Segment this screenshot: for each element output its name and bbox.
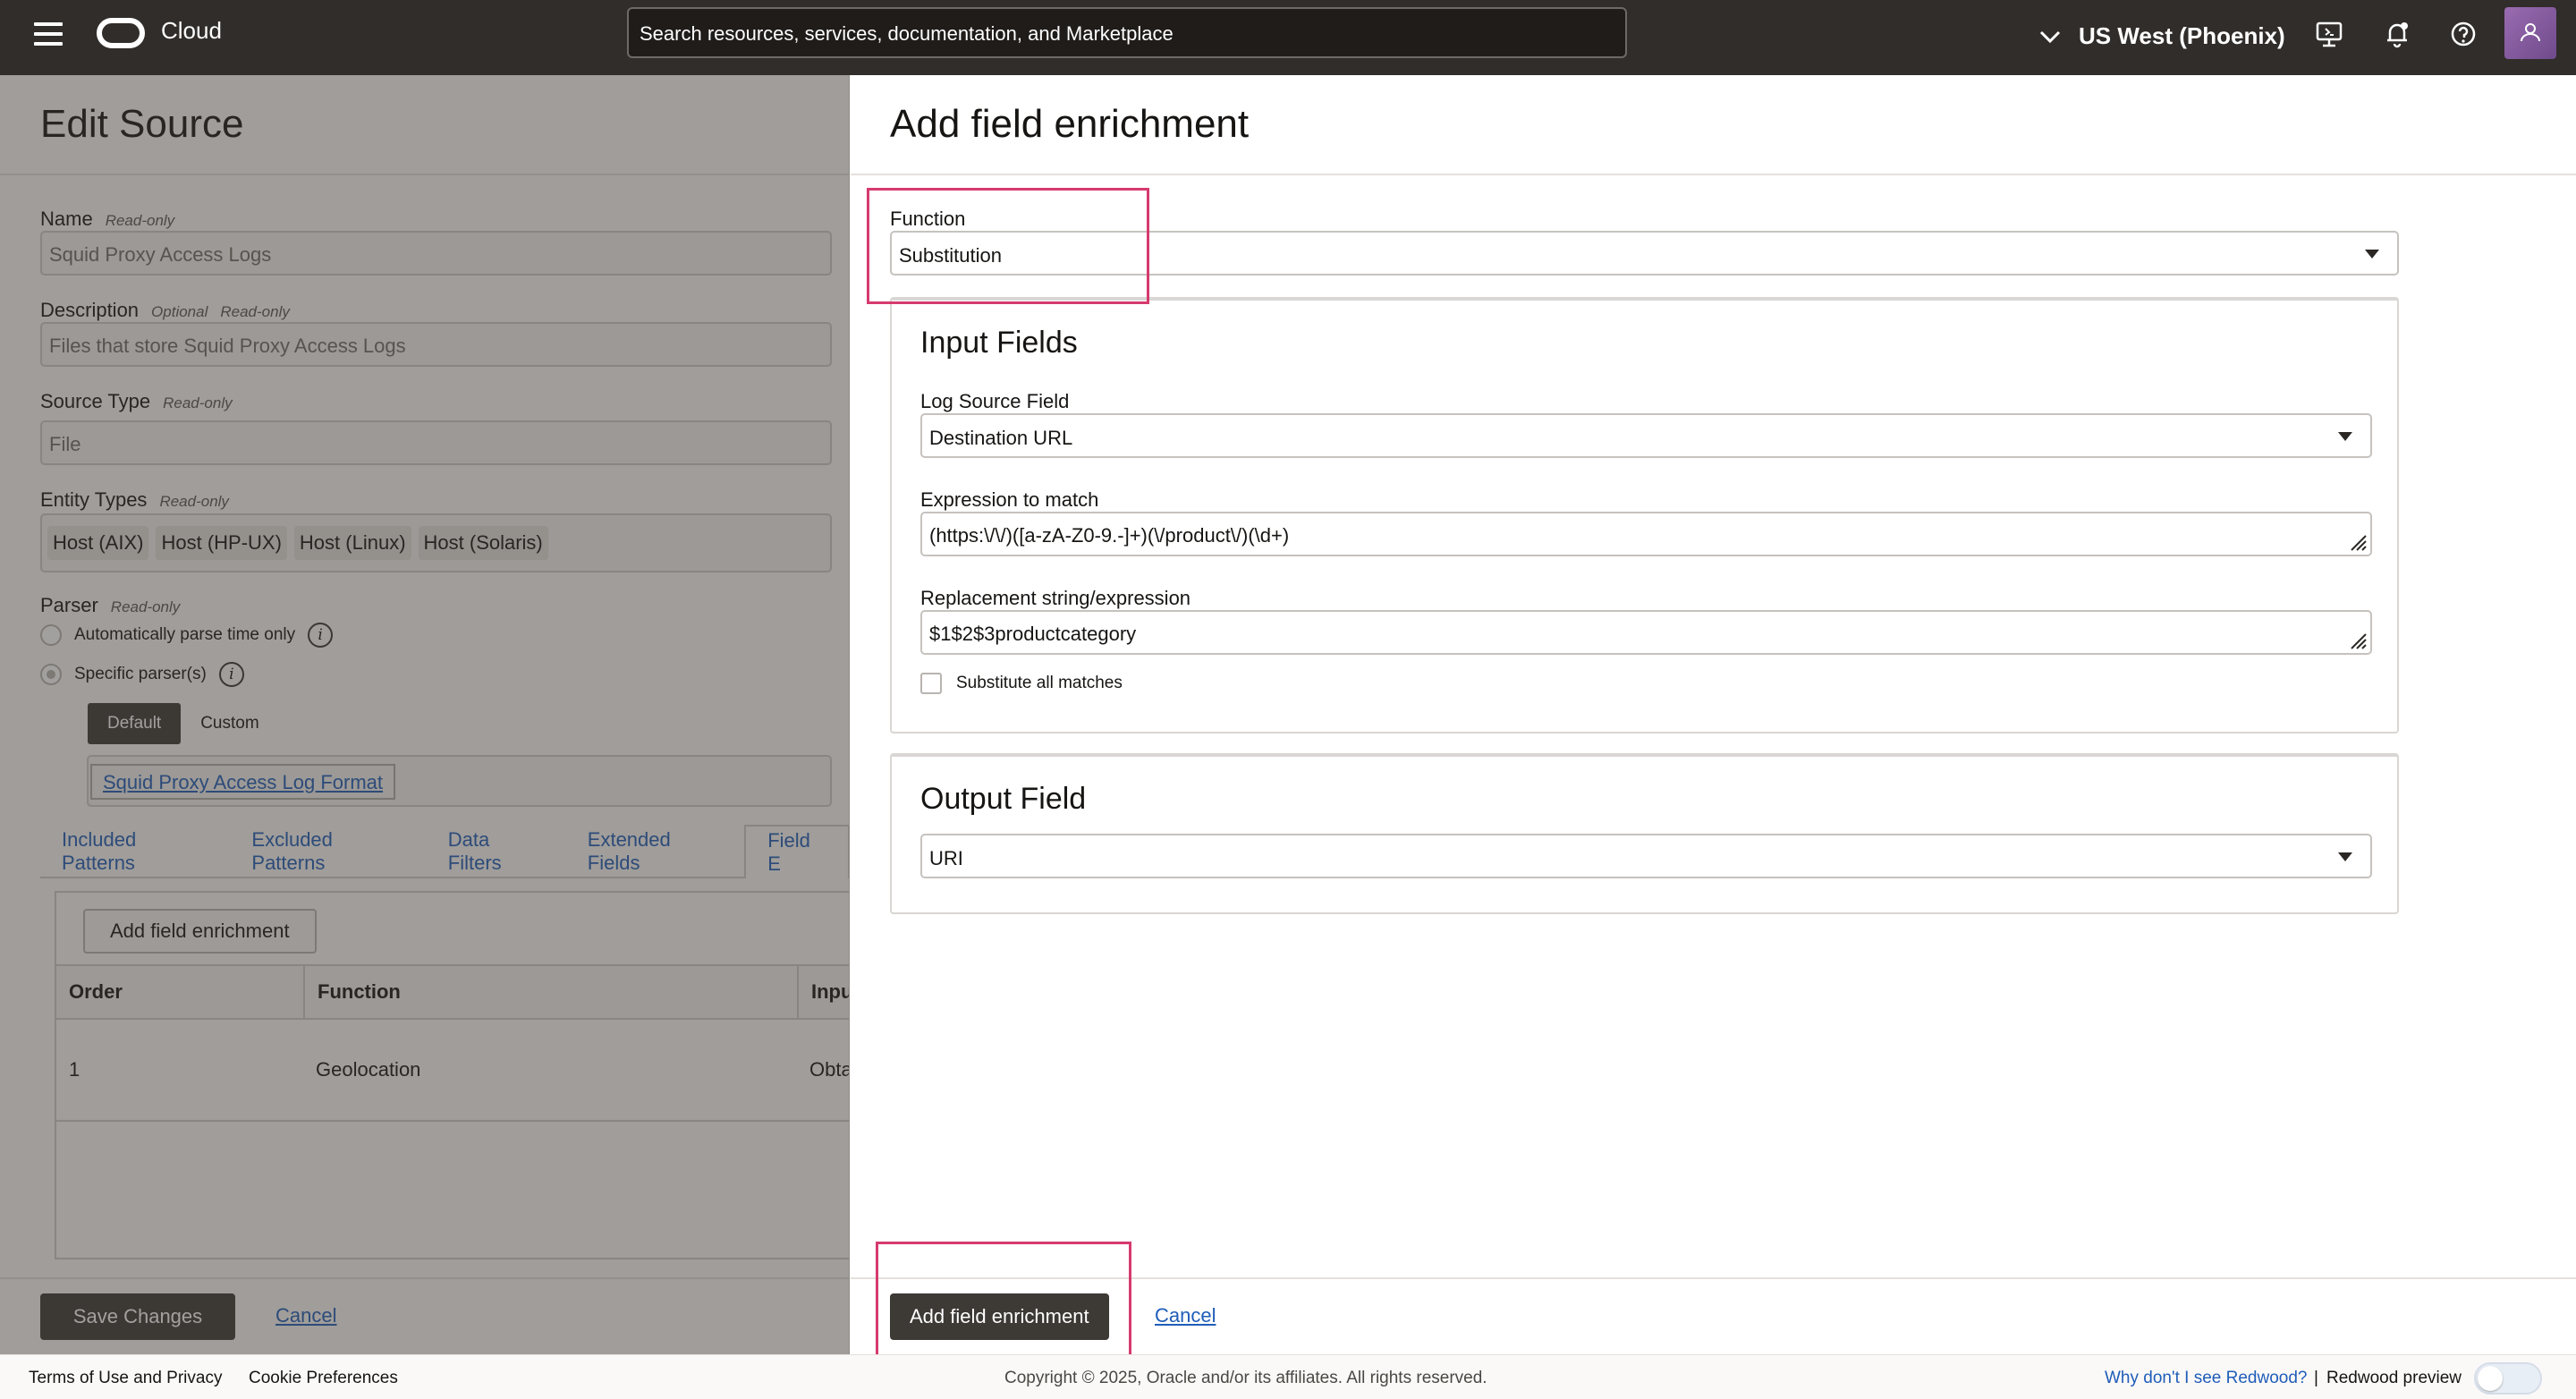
- expression-textarea[interactable]: (https:\/\/)([a-zA-Z0-9.-]+)(\/product\/…: [920, 512, 2372, 556]
- dropdown-arrow-icon: [2338, 432, 2352, 441]
- log-source-field-label: Log Source Field: [920, 390, 1070, 412]
- input-fields-panel: Input Fields Log Source Field Destinatio…: [890, 297, 2399, 733]
- bell-icon[interactable]: [2381, 18, 2413, 50]
- region-label: US West (Phoenix): [2079, 21, 2285, 49]
- log-source-field-select[interactable]: Destination URL: [920, 413, 2372, 458]
- output-field-title: Output Field: [920, 782, 1087, 816]
- replacement-label: Replacement string/expression: [920, 587, 1191, 609]
- checkbox[interactable]: [920, 673, 942, 694]
- footer-separator: |: [2314, 1369, 2318, 1387]
- output-field-select[interactable]: URI: [920, 834, 2372, 878]
- replacement-value: $1$2$3productcategory: [929, 623, 1137, 645]
- input-fields-title: Input Fields: [920, 326, 1078, 360]
- redwood-preview-label: Redwood preview: [2326, 1369, 2462, 1387]
- highlight-box-function: [867, 188, 1149, 304]
- output-field-value: URI: [929, 847, 963, 869]
- menu-icon[interactable]: [34, 22, 63, 46]
- help-icon[interactable]: [2447, 18, 2479, 50]
- resize-handle-icon[interactable]: [2347, 630, 2367, 649]
- region-selector[interactable]: US West (Phoenix): [2039, 18, 2285, 54]
- developer-tools-icon[interactable]: [2313, 18, 2345, 50]
- expression-value: (https:\/\/)([a-zA-Z0-9.-]+)(\/product\/…: [929, 524, 1290, 547]
- highlight-box-submit: [876, 1242, 1131, 1365]
- divider: [851, 174, 2576, 175]
- brand-name[interactable]: Cloud: [161, 17, 222, 45]
- chevron-down-icon: [2039, 22, 2061, 50]
- redwood-preview-toggle[interactable]: [2474, 1362, 2542, 1395]
- output-field-panel: Output Field URI: [890, 753, 2399, 914]
- page-footer: Terms of Use and Privacy Cookie Preferen…: [0, 1354, 2576, 1399]
- dropdown-arrow-icon: [2338, 852, 2352, 861]
- dropdown-arrow-icon: [2365, 250, 2379, 259]
- resize-handle-icon[interactable]: [2347, 531, 2367, 551]
- cookie-preferences-link[interactable]: Cookie Preferences: [249, 1369, 398, 1388]
- modal-overlay[interactable]: [0, 75, 850, 1354]
- substitute-all-checkbox[interactable]: Substitute all matches: [920, 673, 1123, 694]
- terms-link[interactable]: Terms of Use and Privacy: [29, 1369, 222, 1388]
- redwood-info-link[interactable]: Why don't I see Redwood?: [2105, 1369, 2307, 1388]
- checkbox-label: Substitute all matches: [956, 674, 1123, 692]
- cancel-link[interactable]: Cancel: [1155, 1304, 1216, 1327]
- add-field-enrichment-drawer: Add field enrichment Function Substituti…: [851, 75, 2576, 1365]
- top-bar: Cloud Search resources, services, docume…: [0, 0, 2576, 75]
- oracle-logo-icon[interactable]: [97, 18, 145, 48]
- search-input[interactable]: Search resources, services, documentatio…: [627, 7, 1627, 58]
- replacement-textarea[interactable]: $1$2$3productcategory: [920, 610, 2372, 655]
- copyright-text: Copyright © 2025, Oracle and/or its affi…: [1004, 1369, 1487, 1387]
- avatar[interactable]: [2504, 7, 2556, 59]
- log-source-field-value: Destination URL: [929, 427, 1073, 449]
- drawer-title: Add field enrichment: [890, 102, 1250, 146]
- expression-label: Expression to match: [920, 488, 1099, 511]
